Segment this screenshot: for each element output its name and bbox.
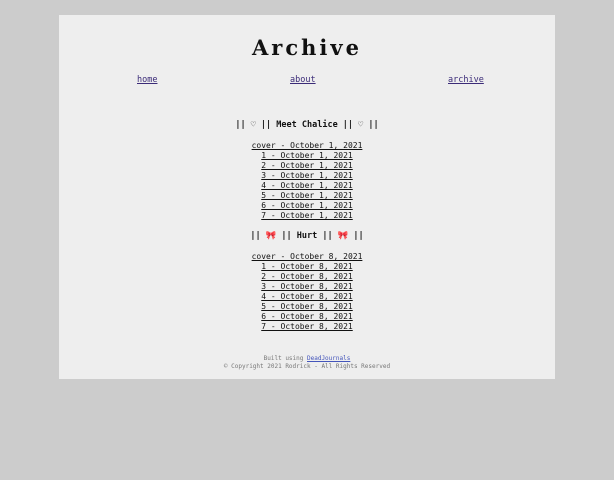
entry-link[interactable]: 5 - October 1, 2021 xyxy=(261,191,353,200)
entry-link[interactable]: 2 - October 8, 2021 xyxy=(261,272,353,281)
list-item: 1 - October 8, 2021 xyxy=(59,262,555,272)
section-heading: || ♡ || Meet Chalice || ♡ || xyxy=(235,120,379,130)
entry-link[interactable]: 7 - October 8, 2021 xyxy=(261,322,353,331)
list-item: 3 - October 1, 2021 xyxy=(59,171,555,181)
entry-link[interactable]: 6 - October 1, 2021 xyxy=(261,201,353,210)
built-using-line: Built using DeadJournals xyxy=(59,355,555,363)
list-item: 7 - October 8, 2021 xyxy=(59,322,555,332)
list-item: 2 - October 8, 2021 xyxy=(59,272,555,282)
list-item: 3 - October 8, 2021 xyxy=(59,282,555,292)
entry-link[interactable]: 4 - October 1, 2021 xyxy=(261,181,353,190)
page-title: Archive xyxy=(252,35,362,60)
list-item: 5 - October 1, 2021 xyxy=(59,191,555,201)
page-footer: Built using DeadJournals © Copyright 202… xyxy=(59,355,555,371)
section-heading: || 🎀 || Hurt || 🎀 || xyxy=(250,231,364,241)
entry-link[interactable]: cover - October 8, 2021 xyxy=(252,252,363,261)
list-item: 6 - October 1, 2021 xyxy=(59,201,555,211)
entry-link[interactable]: 3 - October 8, 2021 xyxy=(261,282,353,291)
page-container: Archive home about archive || ♡ || Meet … xyxy=(59,15,555,379)
list-item: 1 - October 1, 2021 xyxy=(59,151,555,161)
entry-link[interactable]: 6 - October 8, 2021 xyxy=(261,312,353,321)
list-item: 2 - October 1, 2021 xyxy=(59,161,555,171)
entry-link[interactable]: 5 - October 8, 2021 xyxy=(261,302,353,311)
nav-archive-link[interactable]: archive xyxy=(448,75,484,85)
deadjournals-link[interactable]: DeadJournals xyxy=(307,355,350,362)
list-item: 7 - October 1, 2021 xyxy=(59,211,555,221)
list-item: 5 - October 8, 2021 xyxy=(59,302,555,312)
entry-link[interactable]: cover - October 1, 2021 xyxy=(252,141,363,150)
nav-about-link[interactable]: about xyxy=(290,75,316,85)
list-item: 6 - October 8, 2021 xyxy=(59,312,555,322)
list-item: cover - October 8, 2021 xyxy=(59,252,555,262)
nav-home-link[interactable]: home xyxy=(137,75,157,85)
list-item: cover - October 1, 2021 xyxy=(59,141,555,151)
entry-link[interactable]: 1 - October 1, 2021 xyxy=(261,151,353,160)
entry-link[interactable]: 1 - October 8, 2021 xyxy=(261,262,353,271)
entry-list: cover - October 8, 2021 1 - October 8, 2… xyxy=(59,252,555,332)
entry-link[interactable]: 2 - October 1, 2021 xyxy=(261,161,353,170)
built-using-text: Built using xyxy=(263,355,307,362)
copyright-text: © Copyright 2021 Rodrick - All Rights Re… xyxy=(223,363,391,370)
entry-list: cover - October 1, 2021 1 - October 1, 2… xyxy=(59,141,555,221)
archive-section-hurt: || 🎀 || Hurt || 🎀 || cover - October 8, … xyxy=(59,231,555,332)
entry-link[interactable]: 4 - October 8, 2021 xyxy=(261,292,353,301)
archive-section-meet-chalice: || ♡ || Meet Chalice || ♡ || cover - Oct… xyxy=(59,120,555,221)
entry-link[interactable]: 7 - October 1, 2021 xyxy=(261,211,353,220)
list-item: 4 - October 1, 2021 xyxy=(59,181,555,191)
nav-bar: home about archive xyxy=(59,75,555,89)
list-item: 4 - October 8, 2021 xyxy=(59,292,555,302)
entry-link[interactable]: 3 - October 1, 2021 xyxy=(261,171,353,180)
